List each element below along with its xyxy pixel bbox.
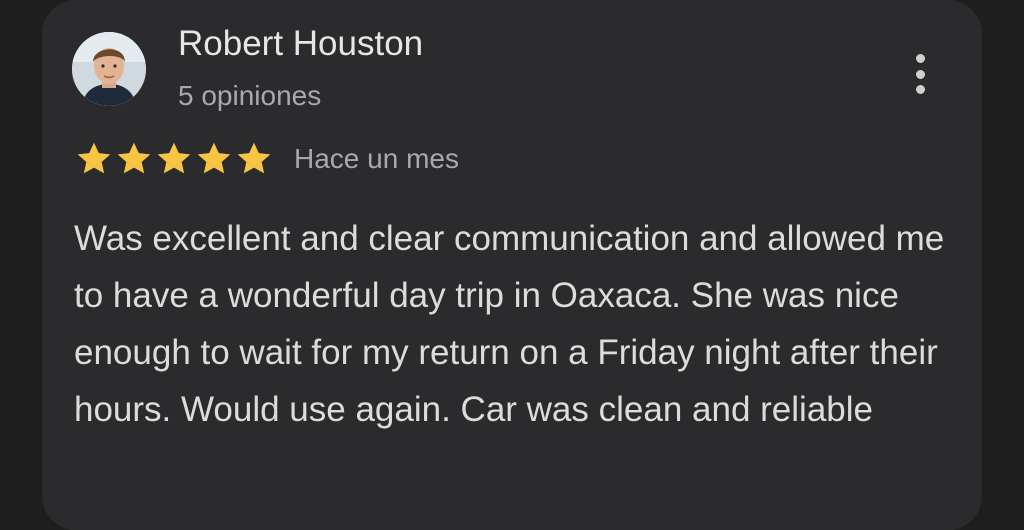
more-vert-icon-dot [915,85,925,94]
review-date: Hace un mes [294,143,459,174]
star-icon [117,142,151,174]
star-rating [74,139,274,179]
more-vert-icon-dot [915,69,925,79]
rating-row: Hace un mes [74,138,459,180]
reviewer-review-count: 5 opiniones [178,80,322,111]
reviewer-avatar[interactable] [72,32,146,106]
review-text: Was excellent and clear communication an… [74,219,945,429]
star-icon [77,142,111,174]
star-icon [237,142,271,174]
reviewer-name[interactable]: Robert Houston [178,24,423,64]
more-options-button[interactable] [898,48,942,100]
star-icon [157,142,191,174]
star-icon [197,142,231,174]
more-vert-icon [915,54,925,63]
